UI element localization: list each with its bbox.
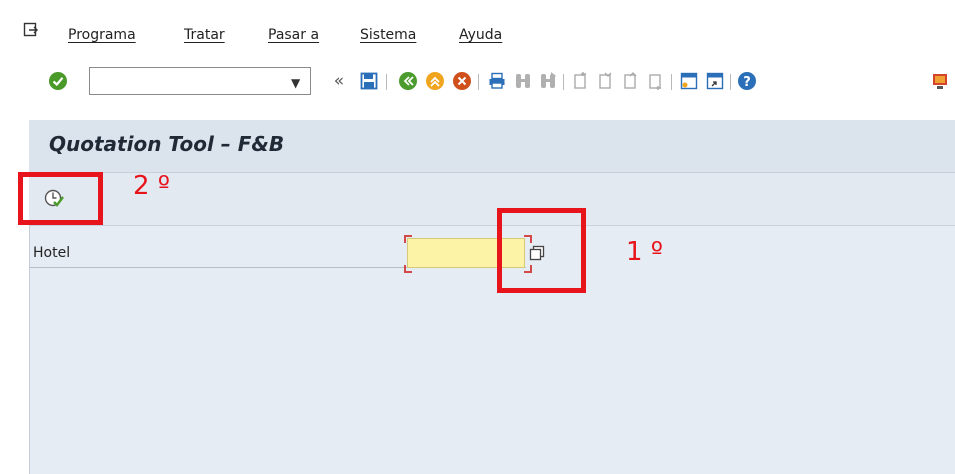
svg-text:?: ? (743, 75, 751, 90)
back-icon[interactable] (397, 70, 419, 92)
annotation-box-second (18, 172, 103, 225)
toolbar-separator (478, 74, 479, 90)
enter-icon[interactable] (47, 70, 69, 92)
required-marker (404, 235, 412, 243)
annotation-label-second: 2 º (133, 171, 171, 201)
annotation-label-first: 1 º (626, 237, 664, 267)
last-page-icon[interactable] (645, 70, 667, 92)
new-session-icon[interactable] (678, 70, 700, 92)
command-field[interactable] (89, 67, 311, 95)
menu-item-pasar-a[interactable]: Pasar a (268, 27, 319, 43)
find-next-icon[interactable] (537, 70, 559, 92)
toolbar-separator (730, 74, 731, 90)
required-marker (404, 265, 412, 273)
save-icon[interactable] (358, 70, 380, 92)
toolbar-separator (671, 74, 672, 90)
menu-item-ayuda[interactable]: Ayuda (459, 27, 502, 43)
customize-layout-icon[interactable] (930, 70, 950, 92)
hotel-label: Hotel (33, 245, 71, 261)
find-icon[interactable] (512, 70, 534, 92)
menu-bar: Programa Tratar Pasar a Sistema Ayuda (0, 0, 955, 58)
first-page-icon[interactable] (570, 70, 592, 92)
annotation-box-first (497, 208, 586, 293)
menu-item-programa[interactable]: Programa (68, 27, 136, 43)
menu-item-tratar[interactable]: Tratar (184, 27, 225, 43)
collapse-icon[interactable]: « (328, 70, 350, 92)
shortcut-icon[interactable] (704, 70, 726, 92)
print-icon[interactable] (486, 70, 508, 92)
previous-page-icon[interactable] (595, 70, 617, 92)
toolbar-separator (563, 74, 564, 90)
toolbar-separator (386, 74, 387, 90)
menu-item-sistema[interactable]: Sistema (360, 27, 416, 43)
menu-shortcut-icon[interactable] (23, 22, 39, 38)
command-dropdown-icon[interactable]: ▼ (291, 76, 300, 90)
next-page-icon[interactable] (620, 70, 642, 92)
help-icon[interactable]: ? (736, 70, 758, 92)
exit-icon[interactable] (424, 70, 446, 92)
cancel-icon[interactable] (451, 70, 473, 92)
page-title: Quotation Tool – F&B (49, 132, 285, 156)
